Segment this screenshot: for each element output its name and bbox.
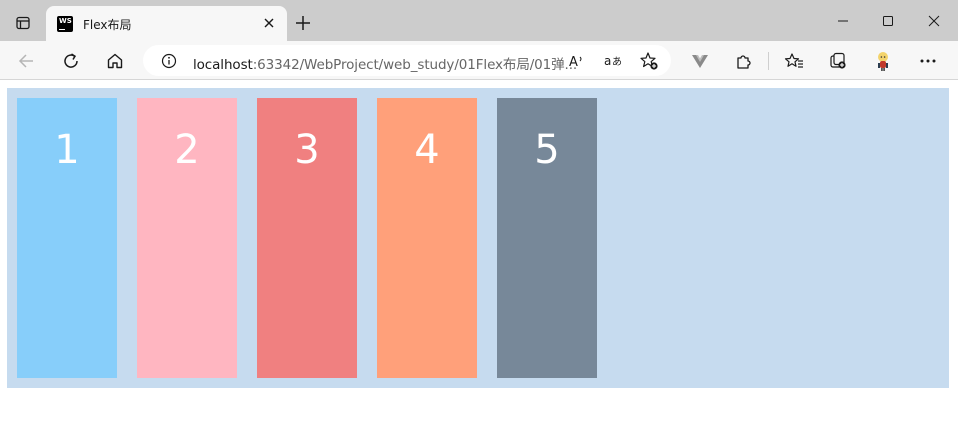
- translate-icon[interactable]: aあ: [600, 48, 626, 74]
- webstorm-icon: WS: [57, 16, 73, 32]
- info-icon[interactable]: [156, 48, 182, 74]
- flex-container: 1 2 3 4 5: [7, 88, 949, 388]
- favorites-icon[interactable]: [779, 46, 809, 76]
- svg-text:A: A: [569, 55, 578, 69]
- maximize-icon[interactable]: [873, 6, 903, 36]
- vue-icon[interactable]: [685, 46, 715, 76]
- svg-text:あ: あ: [612, 56, 622, 68]
- refresh-icon[interactable]: [56, 46, 86, 76]
- page-viewport: 1 2 3 4 5: [0, 81, 958, 424]
- svg-text:a: a: [604, 54, 611, 68]
- minimize-icon[interactable]: [828, 6, 858, 36]
- tab-actions-icon[interactable]: [8, 8, 38, 38]
- window-close-icon[interactable]: [919, 6, 949, 36]
- flex-item-5: 5: [497, 98, 597, 378]
- back-arrow-icon[interactable]: [11, 46, 41, 76]
- browser-toolbar: localhost:63342/WebProject/web_study/01F…: [0, 41, 958, 80]
- plus-icon[interactable]: [291, 11, 315, 35]
- read-aloud-icon[interactable]: A: [564, 48, 590, 74]
- more-icon[interactable]: [913, 46, 943, 76]
- favicon-text: WS: [59, 17, 72, 25]
- url-text[interactable]: localhost:63342/WebProject/web_study/01F…: [193, 53, 577, 73]
- flex-item-4: 4: [377, 98, 477, 378]
- close-icon[interactable]: [260, 14, 278, 32]
- tab-title: Flex布局: [83, 18, 132, 32]
- address-bar[interactable]: localhost:63342/WebProject/web_study/01F…: [143, 45, 671, 76]
- tab-strip: WS Flex布局: [0, 0, 958, 41]
- puzzle-icon[interactable]: [729, 46, 759, 76]
- toolbar-divider: [768, 52, 769, 70]
- url-path: :63342/WebProject/web_study/01Flex布局/01弹…: [252, 57, 578, 73]
- flex-item-3: 3: [257, 98, 357, 378]
- flex-item-1: 1: [17, 98, 117, 378]
- flex-item-2: 2: [137, 98, 237, 378]
- avatar-icon[interactable]: [868, 46, 898, 76]
- browser-tab-active[interactable]: WS Flex布局: [46, 6, 287, 41]
- collections-icon[interactable]: [823, 46, 853, 76]
- star-plus-icon[interactable]: [636, 48, 662, 74]
- home-icon[interactable]: [100, 46, 130, 76]
- url-host: localhost: [193, 57, 253, 73]
